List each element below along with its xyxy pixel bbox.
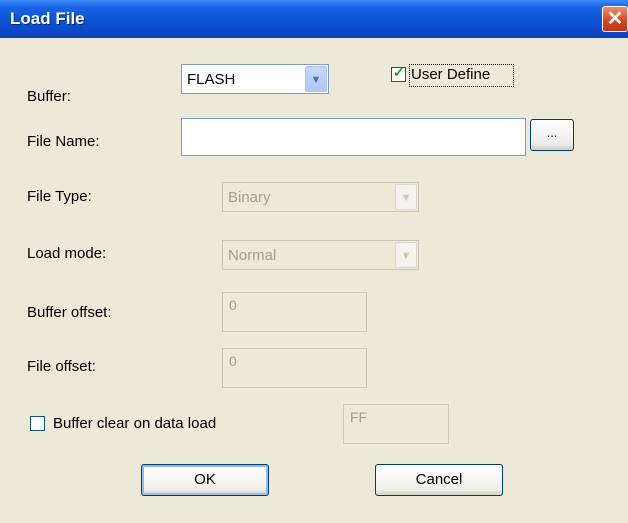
file-name-input[interactable] [181,118,526,156]
check-icon: ✓ [393,64,405,80]
fill-value-value: FF [350,409,368,425]
close-button[interactable]: ✕ [602,6,628,32]
user-define-checkbox[interactable]: ✓ [391,64,406,82]
buffer-select-value: FLASH [187,71,236,88]
file-type-label: File Type: [27,188,92,205]
buffer-offset-value: 0 [229,297,237,313]
file-type-select-value: Binary [228,189,271,206]
load-mode-select[interactable]: Normal ▼ [222,240,419,270]
buffer-offset-input[interactable]: 0 [222,292,367,332]
buffer-select[interactable]: FLASH ▼ [181,64,329,94]
load-mode-select-value: Normal [228,247,277,264]
close-icon: ✕ [606,8,624,30]
chevron-down-icon[interactable]: ▼ [305,66,327,92]
fill-value-input[interactable]: FF [343,404,449,444]
dialog-title: Load File [10,9,85,28]
file-name-label: File Name: [27,133,100,150]
chevron-down-icon[interactable]: ▼ [395,242,417,268]
file-type-select[interactable]: Binary ▼ [222,182,419,212]
load-mode-label: Load mode: [27,245,107,262]
buffer-label: Buffer: [27,88,71,105]
load-file-dialog: Load File ✕ Buffer: FLASH ▼ ✓ User Defin… [0,0,628,523]
file-offset-input[interactable]: 0 [222,348,367,388]
ok-button[interactable]: OK [141,464,269,496]
cancel-button[interactable]: Cancel [375,464,503,496]
buffer-clear-checkbox[interactable] [30,416,45,431]
buffer-clear-label[interactable]: Buffer clear on data load [53,415,216,432]
chevron-down-icon[interactable]: ▼ [395,184,417,210]
title-bar: Load File ✕ [0,0,628,38]
file-offset-label: File offset: [27,358,96,375]
buffer-offset-label: Buffer offset: [27,304,112,321]
file-offset-value: 0 [229,353,237,369]
user-define-label[interactable]: User Define [411,66,490,83]
browse-button[interactable]: ... [530,119,574,151]
